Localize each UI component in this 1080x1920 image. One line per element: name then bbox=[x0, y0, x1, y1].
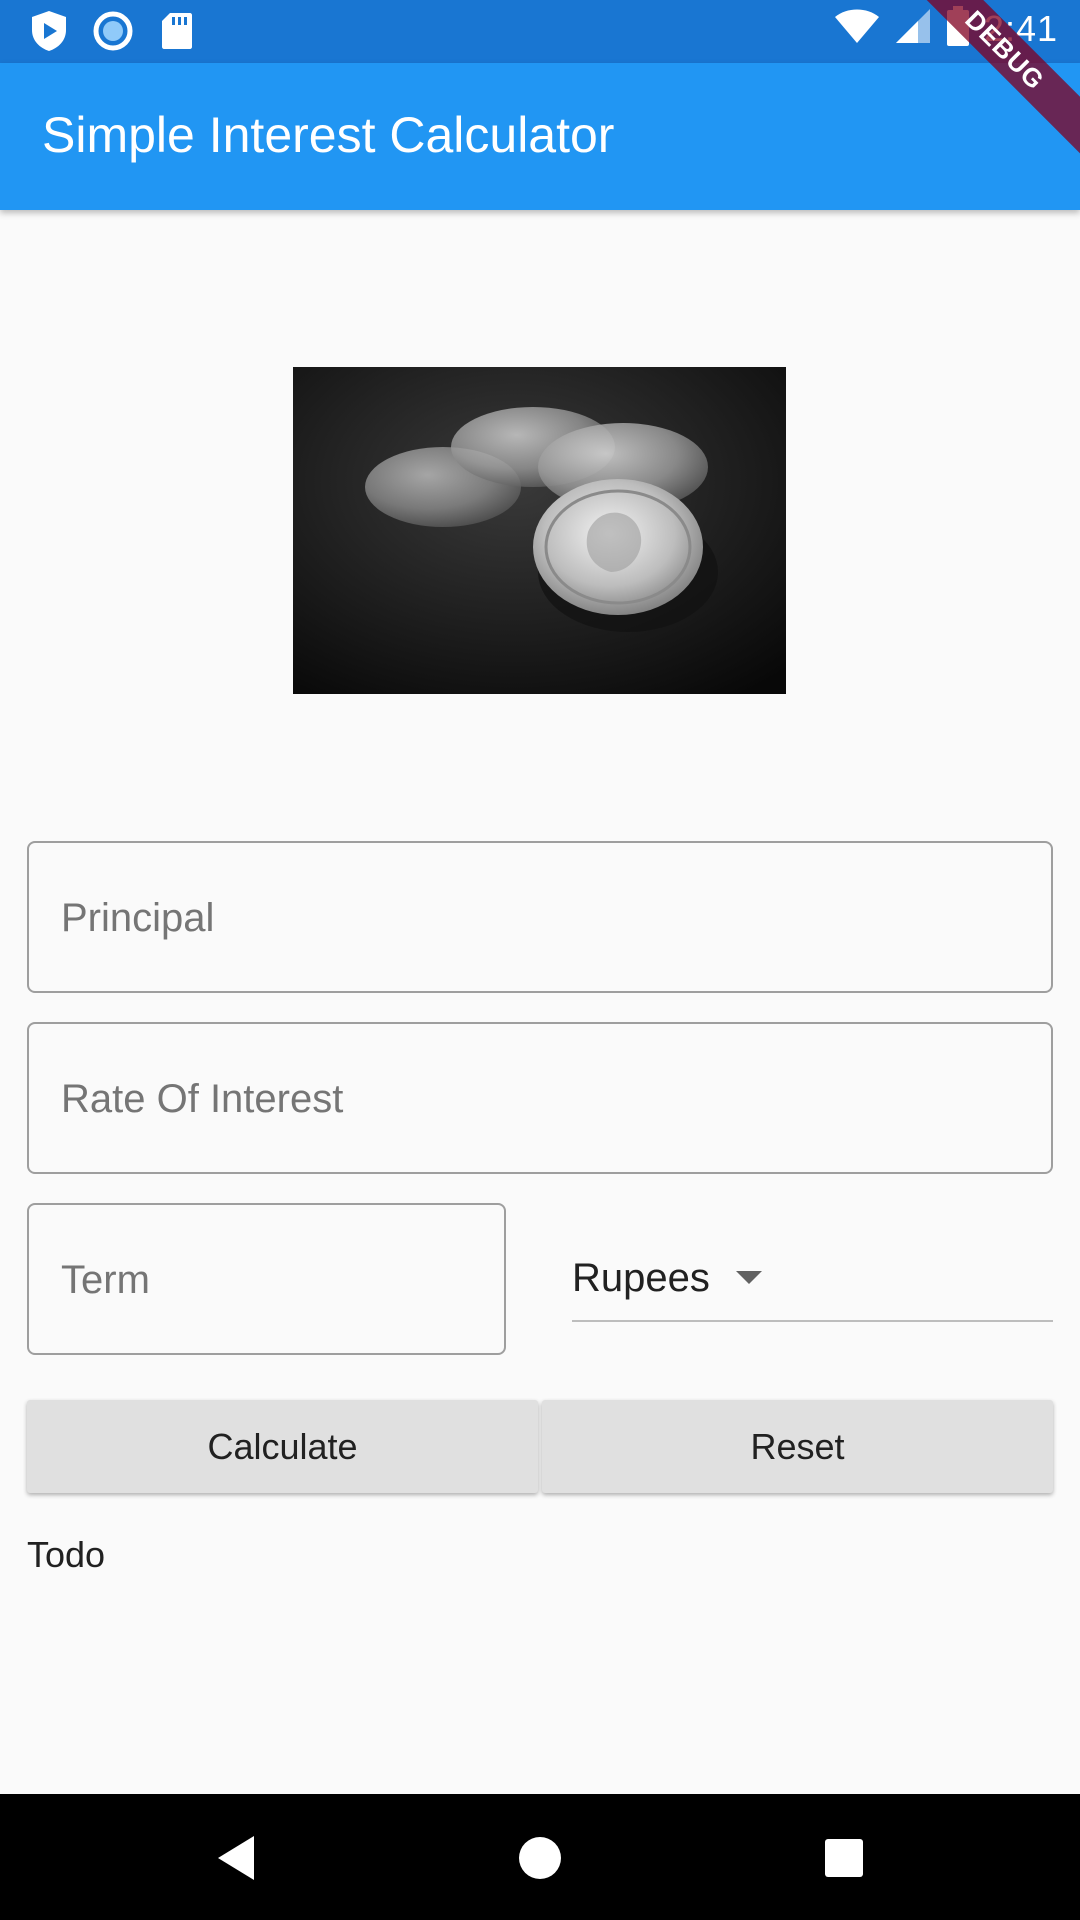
dropdown-arrow-icon bbox=[734, 1269, 764, 1290]
back-icon[interactable] bbox=[206, 1828, 266, 1888]
principal-field[interactable] bbox=[27, 841, 1053, 993]
currency-dropdown[interactable]: Rupees bbox=[572, 1240, 1053, 1322]
coins-image bbox=[293, 367, 786, 694]
calculate-button[interactable]: Calculate bbox=[27, 1400, 538, 1493]
sd-card-icon bbox=[156, 10, 198, 52]
rate-of-interest-input[interactable] bbox=[59, 1024, 1025, 1174]
term-input[interactable] bbox=[59, 1205, 478, 1355]
reset-button[interactable]: Reset bbox=[542, 1400, 1053, 1493]
status-bar: 2:41 bbox=[0, 0, 1080, 63]
result-text: Todo bbox=[27, 1534, 106, 1575]
circle-notification-icon bbox=[92, 10, 134, 52]
play-protect-icon bbox=[28, 10, 70, 52]
recents-icon[interactable] bbox=[814, 1828, 874, 1888]
principal-input[interactable] bbox=[59, 843, 1025, 993]
currency-selected: Rupees bbox=[572, 1256, 710, 1300]
home-icon[interactable] bbox=[510, 1828, 570, 1888]
term-field[interactable] bbox=[27, 1203, 506, 1355]
cell-signal-icon bbox=[894, 7, 932, 50]
navigation-bar bbox=[0, 1794, 1080, 1920]
page-title: Simple Interest Calculator bbox=[42, 107, 615, 163]
app-bar: Simple Interest Calculator bbox=[0, 63, 1080, 210]
wifi-icon bbox=[834, 7, 880, 50]
rate-of-interest-field[interactable] bbox=[27, 1022, 1053, 1174]
